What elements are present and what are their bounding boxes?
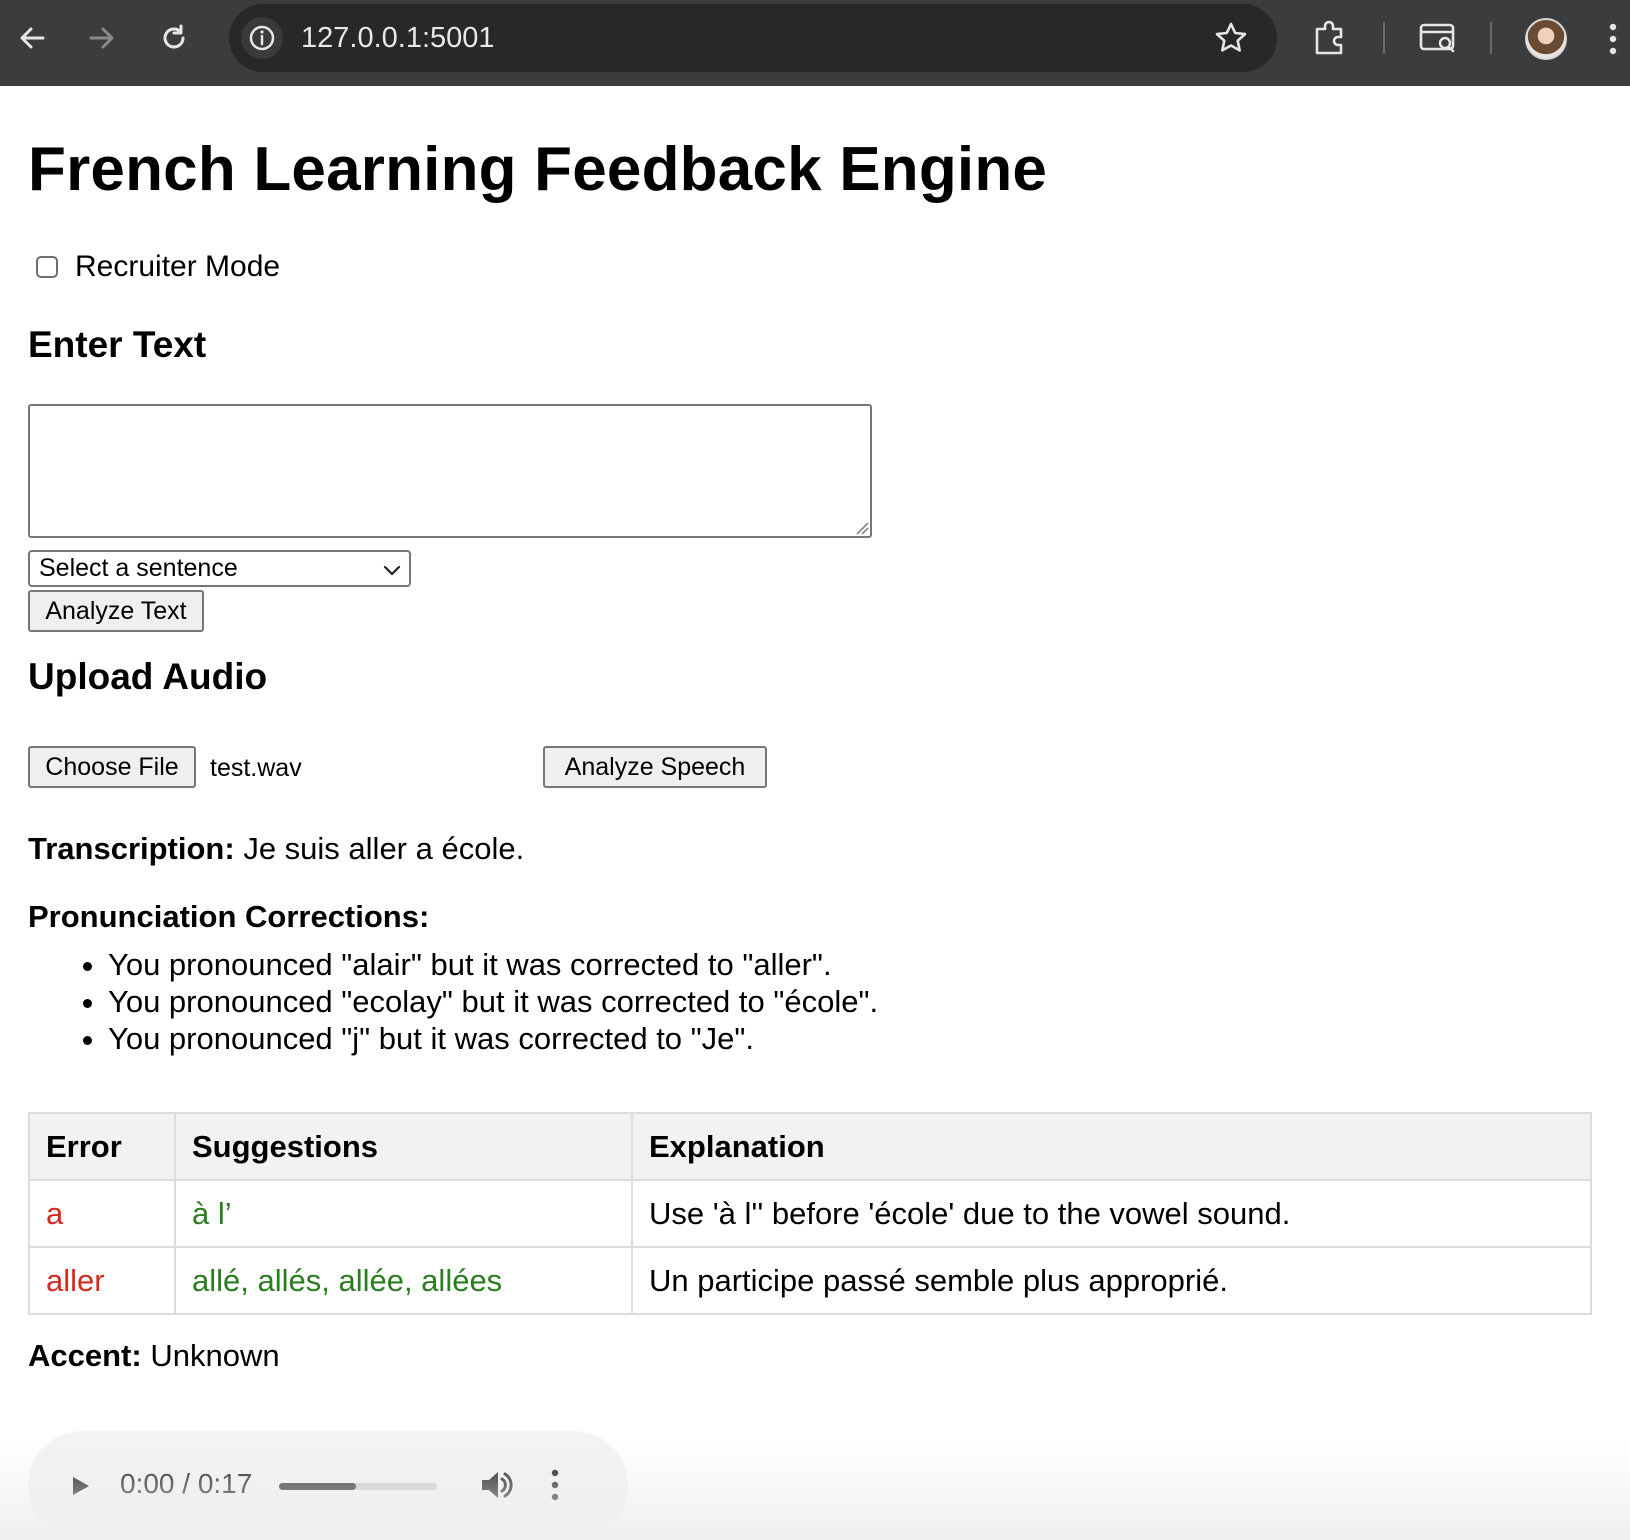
play-icon[interactable] — [66, 1471, 94, 1506]
back-arrow-icon[interactable] — [12, 18, 52, 58]
toolbar-separator — [1490, 22, 1492, 54]
choose-file-button[interactable]: Choose File — [28, 746, 196, 788]
upload-audio-heading: Upload Audio — [28, 656, 268, 697]
pronunciation-corrections-heading: Pronunciation Corrections: — [28, 899, 430, 934]
transcription-label: Transcription: — [28, 831, 235, 866]
reload-icon[interactable] — [154, 18, 194, 58]
audio-time-display: 0:00 / 0:17 — [120, 1468, 253, 1499]
profile-avatar[interactable] — [1525, 18, 1567, 60]
table-row: aller allé, allés, allée, allées Un part… — [28, 1246, 1592, 1315]
list-item: You pronounced "alair" but it was correc… — [108, 946, 878, 983]
resize-grip-icon[interactable] — [855, 521, 869, 540]
transcription-value: Je suis aller a école. — [243, 831, 525, 866]
site-info-icon[interactable] — [241, 17, 283, 59]
page-title: French Learning Feedback Engine — [28, 135, 1048, 204]
enter-text-heading: Enter Text — [28, 324, 207, 365]
sentence-select-value: Select a sentence — [39, 554, 238, 582]
table-row: a à l’ Use 'à l'' before 'école' due to … — [28, 1179, 1592, 1248]
errors-table: Error Suggestions Explanation a à l’ Use… — [28, 1112, 1592, 1315]
text-input[interactable] — [28, 404, 872, 538]
accent-value: Unknown — [150, 1338, 280, 1373]
column-header-explanation: Explanation — [631, 1112, 1592, 1181]
explanation-cell: Use 'à l'' before 'école' due to the vow… — [631, 1179, 1592, 1248]
extensions-icon[interactable] — [1312, 20, 1350, 61]
chevron-down-icon — [383, 561, 401, 584]
audio-progress-fill — [279, 1483, 357, 1490]
suggestions-cell: allé, allés, allée, allées — [174, 1246, 633, 1315]
list-item: You pronounced "j" but it was corrected … — [108, 1020, 878, 1057]
error-cell: a — [28, 1179, 176, 1248]
browser-menu-icon[interactable] — [1608, 22, 1618, 61]
accent-line: Accent: Unknown — [28, 1338, 280, 1374]
table-header-row: Error Suggestions Explanation — [28, 1112, 1592, 1181]
analyze-text-button[interactable]: Analyze Text — [28, 590, 204, 632]
suggestions-cell: à l’ — [174, 1179, 633, 1248]
audio-progress-slider[interactable] — [279, 1483, 437, 1490]
list-item: You pronounced "ecolay" but it was corre… — [108, 983, 878, 1020]
sentence-select[interactable]: Select a sentence — [28, 550, 411, 587]
explanation-cell: Un participe passé semble plus approprié… — [631, 1246, 1592, 1315]
recruiter-mode-checkbox[interactable] — [36, 256, 58, 278]
tab-search-icon[interactable] — [1418, 20, 1458, 61]
more-options-icon[interactable] — [550, 1467, 560, 1508]
browser-toolbar: 127.0.0.1:5001 — [0, 0, 1630, 86]
transcription-line: Transcription: Je suis aller a école. — [28, 831, 524, 867]
audio-player: 0:00 / 0:17 — [28, 1431, 628, 1539]
forward-arrow-icon[interactable] — [82, 18, 122, 58]
selected-file-name: test.wav — [210, 754, 302, 782]
toolbar-separator — [1383, 22, 1385, 54]
pronunciation-corrections-list: You pronounced "alair" but it was correc… — [28, 946, 878, 1057]
column-header-suggestions: Suggestions — [174, 1112, 633, 1181]
recruiter-mode-label: Recruiter Mode — [75, 250, 281, 283]
bookmark-star-icon[interactable] — [1213, 20, 1249, 61]
recruiter-mode-toggle[interactable]: Recruiter Mode — [36, 250, 280, 284]
url-text: 127.0.0.1:5001 — [301, 22, 495, 54]
address-bar[interactable]: 127.0.0.1:5001 — [229, 4, 1277, 72]
column-header-error: Error — [28, 1112, 176, 1181]
error-cell: aller — [28, 1246, 176, 1315]
analyze-speech-button[interactable]: Analyze Speech — [543, 746, 767, 788]
volume-icon[interactable] — [478, 1467, 514, 1508]
accent-label: Accent: — [28, 1338, 142, 1373]
